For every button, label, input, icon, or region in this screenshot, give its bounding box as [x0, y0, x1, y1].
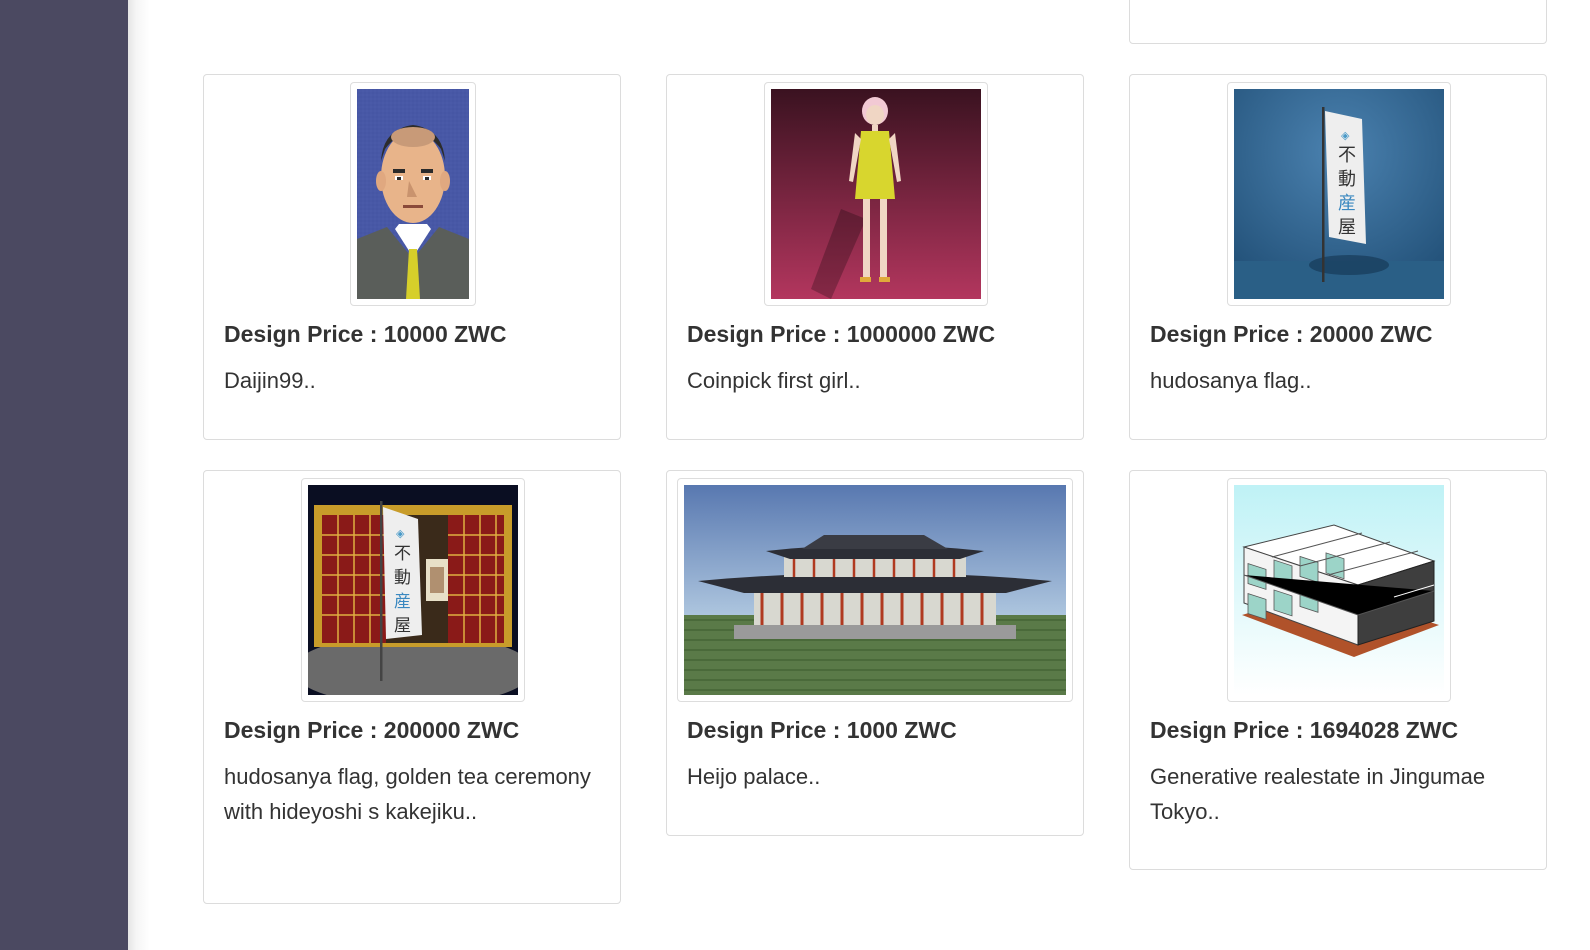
svg-text:屋: 屋 — [1338, 217, 1356, 238]
svg-text:産: 産 — [394, 592, 411, 612]
design-price: Design Price : 10000 ZWC — [224, 321, 507, 347]
design-description: hudosanya flag.. — [1150, 368, 1312, 393]
design-description: Daijin99.. — [224, 368, 316, 393]
design-card[interactable]: ◈ 不 動 産 屋 Design Price : 20000 ZWC hudos… — [1129, 74, 1547, 440]
design-thumbnail[interactable] — [764, 82, 988, 306]
design-thumbnail[interactable]: ◈ 不 動 産 屋 — [301, 478, 525, 702]
svg-text:産: 産 — [1338, 193, 1356, 214]
design-thumbnail[interactable] — [1227, 478, 1451, 702]
partial-card-top[interactable] — [1129, 0, 1547, 44]
sidebar — [0, 0, 128, 950]
svg-text:屋: 屋 — [394, 616, 411, 636]
design-price: Design Price : 20000 ZWC — [1150, 321, 1433, 347]
golden-tea-room-image: ◈ 不 動 産 屋 — [308, 485, 518, 695]
design-card[interactable]: Design Price : 1694028 ZWC Generative re… — [1129, 470, 1547, 870]
design-price: Design Price : 200000 ZWC — [224, 717, 520, 743]
design-description: Coinpick first girl.. — [687, 368, 861, 393]
flag-blue-room-image: ◈ 不 動 産 屋 — [1234, 89, 1444, 299]
design-price: Design Price : 1000000 ZWC — [687, 321, 996, 347]
svg-text:動: 動 — [394, 568, 411, 588]
design-thumbnail[interactable]: ◈ 不 動 産 屋 — [1227, 82, 1451, 306]
pixel-portrait-image — [357, 89, 469, 299]
design-thumbnail[interactable] — [677, 478, 1073, 702]
design-card[interactable]: Design Price : 1000 ZWC Heijo palace.. — [666, 470, 1084, 836]
design-thumbnail[interactable] — [350, 82, 476, 306]
design-price: Design Price : 1694028 ZWC — [1150, 717, 1459, 743]
heijo-palace-image — [684, 485, 1066, 695]
svg-text:動: 動 — [1338, 169, 1356, 190]
design-description: hudosanya flag, golden tea ceremony with… — [224, 764, 591, 824]
svg-text:◈: ◈ — [1341, 129, 1350, 142]
design-description: Heijo palace.. — [687, 764, 821, 789]
sidebar-shadow — [128, 0, 150, 950]
3d-girl-image — [771, 89, 981, 299]
svg-text:◈: ◈ — [396, 527, 405, 540]
design-card[interactable]: Design Price : 10000 ZWC Daijin99.. — [203, 74, 621, 440]
design-price: Design Price : 1000 ZWC — [687, 717, 957, 743]
isometric-buildings-image — [1234, 485, 1444, 695]
design-card[interactable]: Design Price : 1000000 ZWC Coinpick firs… — [666, 74, 1084, 440]
design-card[interactable]: ◈ 不 動 産 屋 Design Price : 200000 ZWC hudo… — [203, 470, 621, 904]
svg-text:不: 不 — [394, 544, 411, 564]
svg-text:不: 不 — [1338, 145, 1356, 166]
design-description: Generative realestate in Jingumae Tokyo.… — [1150, 764, 1486, 824]
